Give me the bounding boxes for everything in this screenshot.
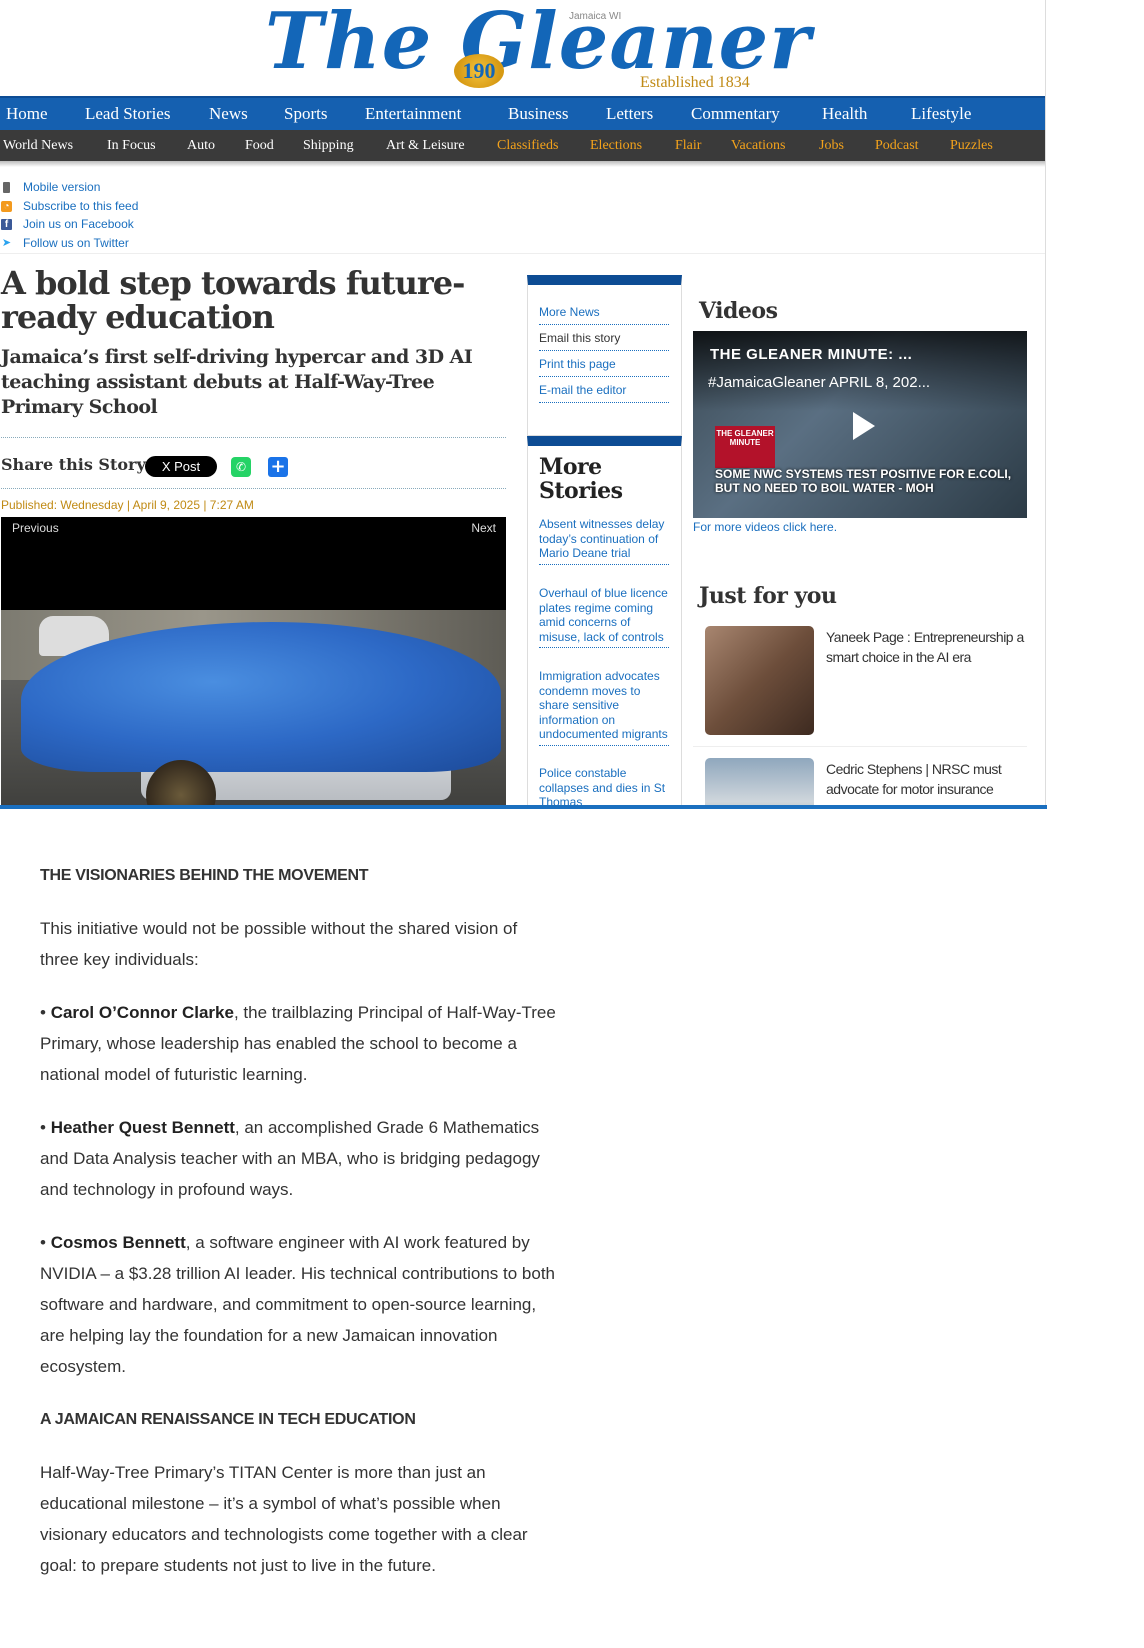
secondary-nav: World News In Focus Auto Food Shipping A… [0, 130, 1045, 161]
x-post-button[interactable]: X Post [145, 456, 217, 477]
recommended-title[interactable]: Yaneek Page : Entrepreneurship a smart c… [826, 627, 1026, 667]
slideshow-photo [1, 610, 506, 808]
nav-classifieds[interactable]: Classifieds [497, 138, 558, 154]
more-story-link[interactable]: Overhaul of blue licence plates regime c… [539, 586, 669, 648]
nav-shipping[interactable]: Shipping [303, 138, 354, 154]
nav-home[interactable]: Home [6, 104, 48, 124]
article-subhead: Jamaica’s first self-driving hypercar an… [1, 346, 473, 418]
nav-entertainment[interactable]: Entertainment [365, 104, 461, 124]
nav-podcast[interactable]: Podcast [875, 138, 919, 154]
more-story-link[interactable]: Police constable collapses and dies in S… [539, 766, 669, 808]
video-caption: SOME NWC SYSTEMS TEST POSITIVE FOR E.COL… [715, 467, 1012, 495]
mobile-version-label: Mobile version [23, 180, 101, 194]
nav-vacations[interactable]: Vacations [731, 138, 785, 154]
slideshow-previous-button[interactable]: Previous [12, 521, 59, 535]
body-paragraph: This initiative would not be possible wi… [40, 919, 518, 969]
twitter-label: Follow us on Twitter [23, 235, 129, 250]
videos-title: Videos [699, 298, 778, 324]
section-heading: A JAMAICAN RENAISSANCE IN TECH EDUCATION [40, 1411, 416, 1428]
rss-icon: ◔ [1, 200, 12, 212]
twitter-icon: ➤ [1, 236, 12, 249]
recommended-thumbnail[interactable] [705, 758, 814, 808]
more-story-link[interactable]: Absent witnesses delay today’s continuat… [539, 517, 669, 565]
primary-nav: Home Lead Stories News Sports Entertainm… [0, 96, 1045, 132]
person-name: Heather Quest Bennett [50, 1118, 235, 1137]
whatsapp-icon[interactable]: ✆ [231, 457, 251, 477]
share-plus-icon[interactable]: + [268, 457, 288, 477]
divider [1, 488, 506, 490]
nav-elections[interactable]: Elections [590, 138, 642, 154]
logo-location: Jamaica WI [569, 11, 622, 22]
published-date: Published: Wednesday | April 9, 2025 | 7… [1, 498, 254, 512]
logo-established: Established 1834 [640, 74, 750, 91]
person-name: Cosmos Bennett [50, 1233, 186, 1252]
recommended-item[interactable]: Yaneek Page : Entrepreneurship a smart c… [693, 626, 1027, 744]
page-frame: The Gleaner Jamaica WI 190 Established 1… [0, 0, 1046, 808]
more-videos-link[interactable]: For more videos click here. [693, 520, 837, 534]
photo-blue-tarp [21, 622, 501, 772]
more-stories-title: More Stories [539, 454, 623, 504]
facebook-icon: f [1, 219, 12, 230]
nav-art-leisure[interactable]: Art & Leisure [386, 138, 465, 154]
masthead: The Gleaner Jamaica WI 190 Established 1… [0, 0, 1045, 96]
nav-food[interactable]: Food [245, 138, 274, 154]
divider [693, 746, 1027, 747]
video-title: THE GLEANER MINUTE: ... [710, 346, 913, 363]
divider [0, 253, 1045, 254]
body-paragraph: • Heather Quest Bennett, an accomplished… [40, 1112, 560, 1205]
print-page-link[interactable]: Print this page [539, 357, 669, 377]
article-headline: A bold step towards future-ready educati… [1, 264, 465, 336]
recommended-thumbnail[interactable] [705, 626, 814, 735]
photo-slideshow: Previous Next [1, 517, 506, 808]
nav-sports[interactable]: Sports [284, 104, 327, 124]
nav-commentary[interactable]: Commentary [691, 104, 780, 124]
video-subtitle: #JamaicaGleaner APRIL 8, 202... [708, 374, 931, 391]
recommended-item[interactable]: Cedric Stephens | NRSC must advocate for… [693, 758, 1027, 808]
divider [1, 437, 506, 439]
more-story-link[interactable]: Immigration advocates condemn moves to s… [539, 669, 669, 746]
bullet: • [40, 1003, 51, 1022]
nav-in-focus[interactable]: In Focus [107, 138, 156, 154]
subscribe-feed-label: Subscribe to this feed [23, 198, 139, 213]
video-player[interactable]: THE GLEANER MINUTE: ... #JamaicaGleaner … [693, 331, 1027, 518]
body-paragraph: Half-Way-Tree Primary’s TITAN Center is … [40, 1463, 528, 1575]
x-post-label: X Post [161, 459, 201, 474]
email-story-link[interactable]: Email this story [539, 331, 669, 351]
slideshow-next-button[interactable]: Next [471, 521, 496, 535]
facebook-label: Join us on Facebook [23, 217, 134, 231]
nav-lifestyle[interactable]: Lifestyle [911, 104, 971, 124]
frame-border [0, 805, 1047, 809]
nav-shadow [0, 161, 1045, 167]
body-paragraph: • Carol O’Connor Clarke, the trailblazin… [40, 997, 560, 1090]
recommended-title[interactable]: Cedric Stephens | NRSC must advocate for… [826, 759, 1026, 799]
nav-world-news[interactable]: World News [3, 138, 73, 154]
section-heading: THE VISIONARIES BEHIND THE MOVEMENT [40, 867, 369, 884]
email-editor-link[interactable]: E-mail the editor [539, 383, 669, 403]
more-news-link[interactable]: More News [539, 305, 669, 325]
nav-flair[interactable]: Flair [675, 138, 701, 154]
bullet: • [40, 1233, 51, 1252]
person-name: Carol O’Connor Clarke [50, 1003, 234, 1022]
video-title-shade [693, 331, 1027, 411]
video-brand-badge: THE GLEANER MINUTE [715, 426, 775, 468]
play-icon[interactable] [837, 402, 885, 450]
nav-auto[interactable]: Auto [187, 138, 215, 154]
body-paragraph: • Cosmos Bennett, a software engineer wi… [40, 1227, 560, 1382]
nav-letters[interactable]: Letters [606, 104, 653, 124]
story-tools-box: More News Email this story Print this pa… [527, 275, 682, 436]
article-body: THE VISIONARIES BEHIND THE MOVEMENT This… [40, 860, 560, 1603]
bullet: • [40, 1118, 51, 1137]
more-stories-box: More Stories Absent witnesses delay toda… [527, 436, 682, 808]
nav-health[interactable]: Health [822, 104, 867, 124]
share-label: Share this Story: [1, 455, 152, 474]
nav-news[interactable]: News [209, 104, 248, 124]
mobile-icon [3, 182, 10, 193]
just-for-you-title: Just for you [699, 583, 837, 609]
anniversary-badge: 190 [454, 54, 504, 88]
person-description: , a software engineer with AI work featu… [40, 1233, 556, 1376]
nav-business[interactable]: Business [508, 104, 568, 124]
nav-jobs[interactable]: Jobs [819, 138, 844, 154]
nav-lead-stories[interactable]: Lead Stories [85, 104, 170, 124]
nav-puzzles[interactable]: Puzzles [950, 138, 993, 154]
